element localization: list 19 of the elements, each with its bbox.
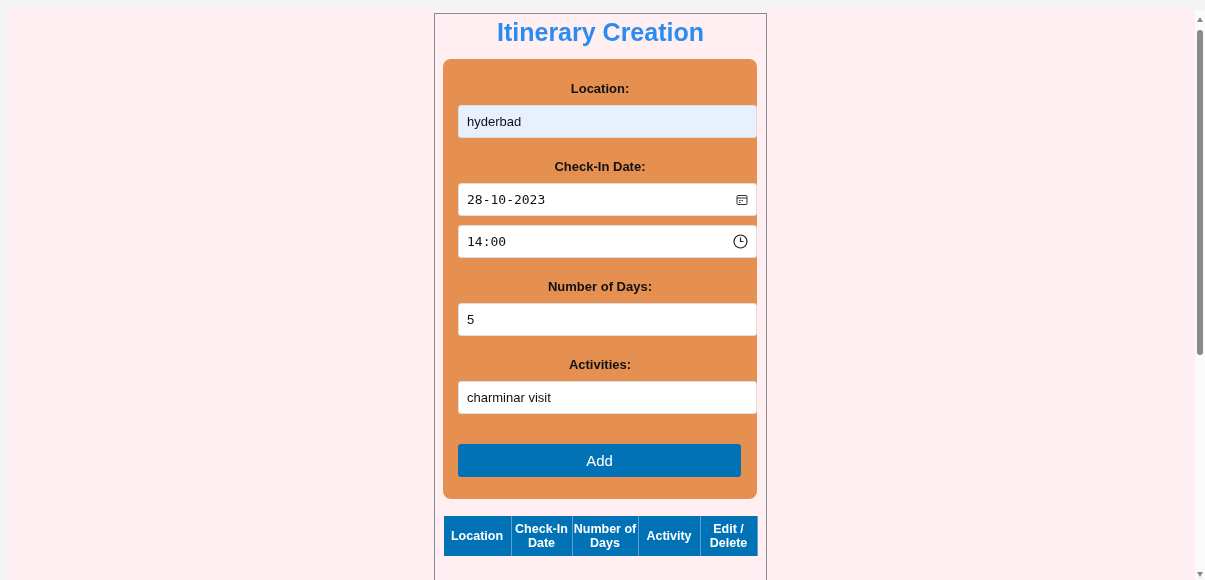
add-button[interactable]: Add (458, 444, 741, 477)
column-header: Location (443, 516, 512, 556)
field-label: Activities: (568, 357, 632, 372)
field-label: Number of Days: (548, 279, 652, 294)
field-label: Location: (570, 81, 630, 96)
time-field[interactable]: 14:00 (458, 225, 757, 258)
scrollbar[interactable] (1195, 10, 1205, 580)
column-header: Number of Days (572, 516, 639, 556)
input-field[interactable]: hyderbad (458, 105, 757, 138)
column-header: Activity (638, 516, 701, 556)
column-header: Check-In Date (511, 516, 573, 556)
column-header: Edit / Delete (700, 516, 758, 556)
calendar-icon[interactable] (736, 193, 748, 206)
input-field[interactable]: charminar visit (458, 381, 757, 414)
input-field[interactable]: 5 (458, 303, 757, 336)
date-field[interactable]: 28-10-2023 (458, 183, 757, 216)
field-label: Check-In Date: (554, 159, 646, 174)
page-title: Itinerary Creation (497, 18, 704, 47)
clock-icon[interactable] (733, 234, 748, 249)
